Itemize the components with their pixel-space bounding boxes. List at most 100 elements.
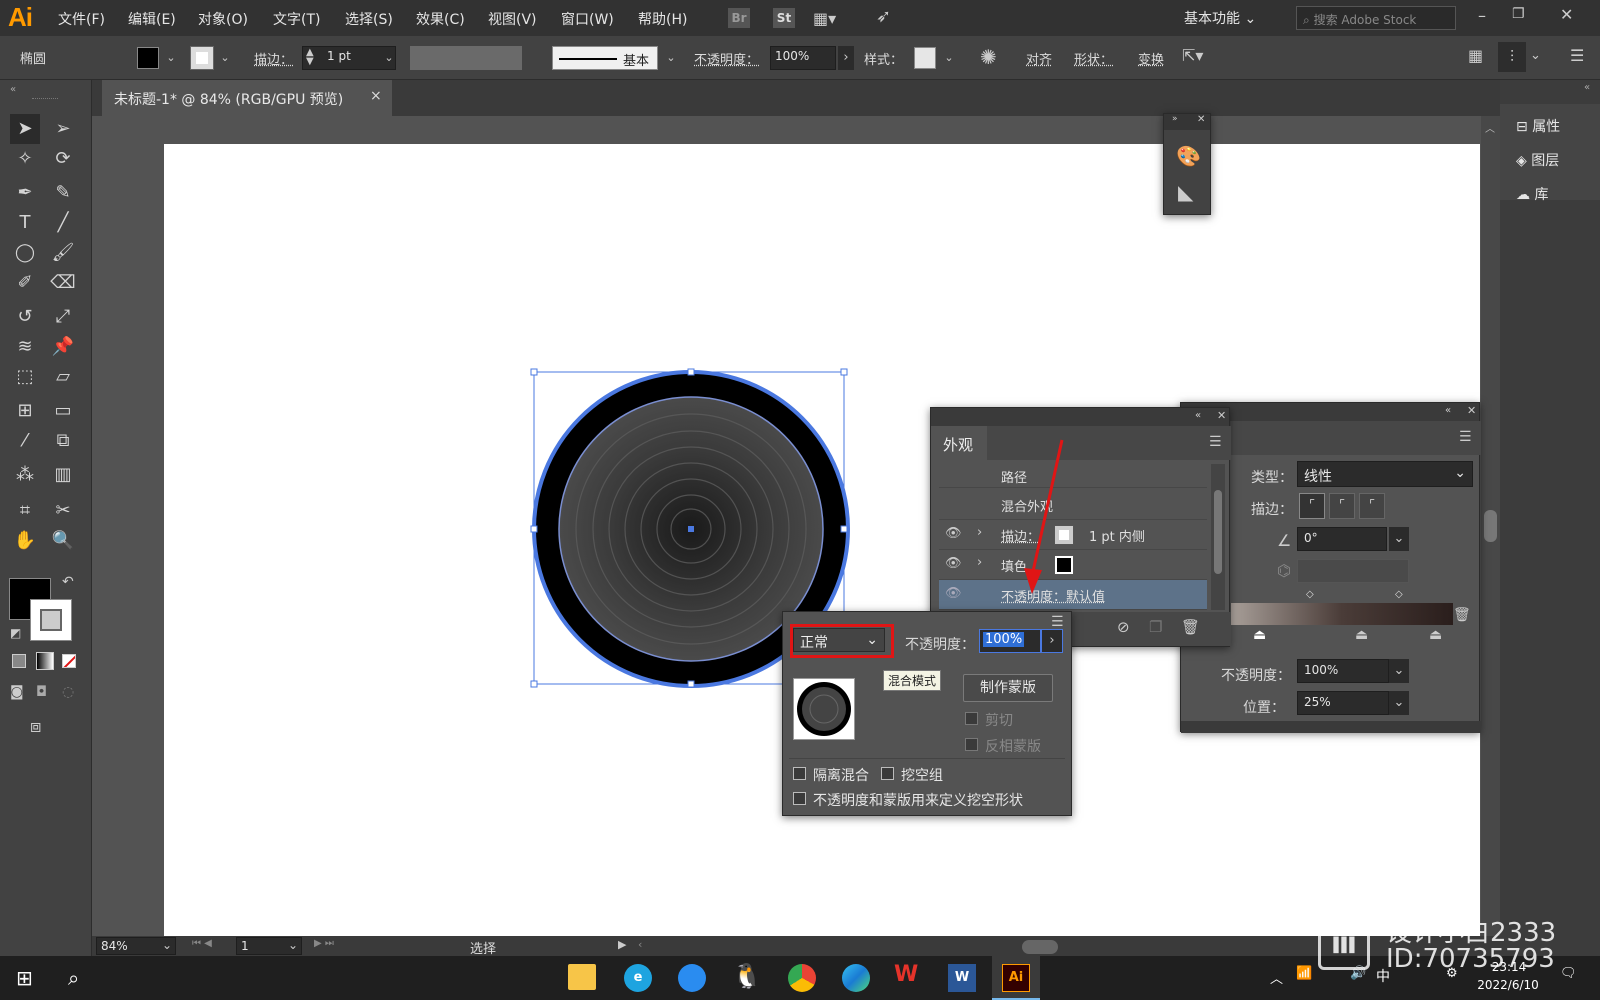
- direct-selection-tool-icon[interactable]: ➢: [48, 114, 78, 144]
- eyedropper-tool-icon[interactable]: ⁄: [10, 426, 40, 456]
- menu-icon[interactable]: ☰: [1570, 46, 1584, 65]
- pen-tool-icon[interactable]: ✒: [10, 178, 40, 208]
- fill-swatch[interactable]: [137, 47, 159, 69]
- chevron-down-icon[interactable]: ⌄: [1389, 527, 1409, 551]
- wps-icon[interactable]: W: [894, 962, 918, 987]
- chevron-down-icon[interactable]: ⌄: [162, 938, 172, 952]
- stop-position-field[interactable]: 25%: [1297, 691, 1389, 715]
- recolor-artwork-icon[interactable]: ✺: [980, 45, 997, 69]
- first-artboard-icon[interactable]: ⏮ ◀: [192, 938, 212, 949]
- color-stop-icon[interactable]: ⏏: [1253, 627, 1266, 643]
- variable-width-profile[interactable]: [410, 46, 522, 70]
- stroke-color-box[interactable]: [30, 599, 72, 641]
- ie-browser-icon[interactable]: e: [624, 964, 652, 992]
- brush-definition[interactable]: 基本: [552, 46, 658, 70]
- puppet-warp-tool-icon[interactable]: 📌: [48, 332, 78, 362]
- arrange-documents-icon[interactable]: ▦▾: [813, 9, 836, 28]
- expand-dock-icon[interactable]: «: [1584, 82, 1590, 93]
- color-stop-icon[interactable]: ⏏: [1355, 627, 1368, 643]
- artboard-tool-icon[interactable]: ⌗: [10, 496, 40, 526]
- chevron-down-icon[interactable]: ⌄: [1530, 48, 1541, 63]
- edge-icon[interactable]: [842, 964, 870, 992]
- chevron-down-icon[interactable]: ⌄: [664, 51, 678, 65]
- scroll-thumb[interactable]: [1214, 490, 1222, 574]
- workspace-switcher[interactable]: 基本功能 ⌄: [1184, 8, 1256, 28]
- lasso-tool-icon[interactable]: ⟳: [48, 144, 78, 174]
- chevron-right-icon[interactable]: ›: [838, 46, 854, 70]
- clear-appearance-icon[interactable]: ⊘: [1117, 618, 1130, 636]
- status-menu-icon[interactable]: ▶: [618, 938, 626, 951]
- aspect-ratio-field[interactable]: [1297, 559, 1409, 583]
- midpoint-diamond-icon[interactable]: ◇: [1306, 589, 1314, 600]
- color-guide-icon[interactable]: 🎨: [1176, 144, 1201, 168]
- stroke-label[interactable]: 描边：: [254, 49, 293, 68]
- shaper-tool-icon[interactable]: ✐: [10, 268, 40, 298]
- gradient-slider[interactable]: [1231, 603, 1453, 625]
- chevron-down-icon[interactable]: ⌄: [288, 938, 298, 952]
- menu-type[interactable]: 文字(T): [273, 9, 320, 29]
- menu-select[interactable]: 选择(S): [345, 9, 393, 29]
- collapse-icon[interactable]: «: [10, 84, 16, 95]
- stock-button[interactable]: St: [773, 8, 795, 28]
- scroll-up-icon[interactable]: ︿: [1485, 120, 1495, 135]
- expand-chevron-icon[interactable]: ›: [977, 555, 982, 570]
- opacity-field[interactable]: 100%: [770, 46, 836, 70]
- none-mode-icon[interactable]: [62, 654, 76, 668]
- duplicate-item-icon[interactable]: ❐: [1149, 618, 1162, 636]
- file-explorer-icon[interactable]: [568, 964, 596, 990]
- delete-stop-icon[interactable]: 🗑: [1453, 607, 1471, 623]
- knockout-shape-checkbox[interactable]: [793, 792, 806, 805]
- make-mask-button[interactable]: 制作蒙版: [963, 674, 1053, 702]
- perspective-grid-tool-icon[interactable]: ▱: [48, 362, 78, 392]
- transform-link[interactable]: 变换: [1138, 49, 1164, 68]
- visibility-eye-icon[interactable]: 👁: [945, 586, 962, 601]
- warp-tool-icon[interactable]: ≋: [10, 332, 40, 362]
- panel-menu-icon[interactable]: ☰: [1051, 614, 1064, 630]
- midpoint-diamond-icon[interactable]: ◇: [1395, 589, 1403, 600]
- type-tool-icon[interactable]: T: [10, 208, 40, 238]
- popup-opacity-field[interactable]: 100%: [979, 629, 1041, 653]
- notification-icon[interactable]: 🗨: [1560, 966, 1577, 981]
- line-tool-icon[interactable]: ╱: [48, 208, 78, 238]
- visibility-eye-icon[interactable]: 👁: [945, 526, 962, 541]
- appearance-tab[interactable]: 外观: [931, 426, 987, 460]
- swap-colors-icon[interactable]: ↶: [62, 574, 74, 590]
- gradient-type-select[interactable]: 线性 ⌄: [1297, 461, 1473, 487]
- graphic-style-swatch[interactable]: [914, 47, 936, 69]
- close-tab-icon[interactable]: ×: [370, 88, 382, 104]
- isolate-blending-checkbox[interactable]: [793, 767, 806, 780]
- vertical-scrollbar[interactable]: ︿: [1481, 116, 1500, 936]
- chevron-down-icon[interactable]: ⌄: [1389, 691, 1409, 715]
- grid-icon[interactable]: ▦: [1468, 46, 1483, 65]
- gradient-mode-icon[interactable]: [36, 652, 54, 670]
- dock-libraries[interactable]: ☁ 库: [1516, 184, 1548, 204]
- appearance-row-path[interactable]: 路径: [939, 464, 1207, 488]
- free-transform-tool-icon[interactable]: ⬚: [10, 362, 40, 392]
- stroke-along-icon[interactable]: ⌜: [1329, 493, 1355, 519]
- stock-search-input[interactable]: ⌕ 搜索 Adobe Stock: [1296, 6, 1456, 30]
- curvature-tool-icon[interactable]: ✎: [48, 178, 78, 208]
- magic-wand-tool-icon[interactable]: ✧: [10, 144, 40, 174]
- stroke-across-icon[interactable]: ⌜: [1359, 493, 1385, 519]
- windows-start-icon[interactable]: ⊞: [16, 966, 33, 990]
- chevron-down-icon[interactable]: ⌄: [1389, 659, 1409, 683]
- scroll-left-icon[interactable]: ‹: [638, 938, 642, 951]
- taskbar-illustrator-active[interactable]: Ai: [992, 956, 1040, 1000]
- panel-menu-icon[interactable]: ☰: [1459, 429, 1472, 445]
- opacity-label[interactable]: 不透明度：: [694, 49, 759, 68]
- next-artboard-icon[interactable]: ▶ ⏭: [314, 938, 334, 949]
- shape-link[interactable]: 形状：: [1074, 49, 1113, 68]
- gpu-rocket-icon[interactable]: ➶: [876, 6, 891, 27]
- rotate-tool-icon[interactable]: ↺: [10, 302, 40, 332]
- taskbar-date[interactable]: 2022/6/10: [1470, 978, 1546, 992]
- mesh-tool-icon[interactable]: ⊞: [10, 396, 40, 426]
- appearance-row-mixed[interactable]: 混合外观: [939, 490, 1207, 520]
- scroll-thumb[interactable]: [1484, 510, 1497, 542]
- minimize-icon[interactable]: –: [1478, 6, 1486, 25]
- slice-tool-icon[interactable]: ✂: [48, 496, 78, 526]
- chrome-icon[interactable]: [788, 964, 816, 992]
- stop-opacity-field[interactable]: 100%: [1297, 659, 1389, 683]
- symbol-sprayer-tool-icon[interactable]: ⁂: [10, 460, 40, 490]
- menu-effect[interactable]: 效果(C): [416, 9, 465, 29]
- scale-tool-icon[interactable]: ⤢: [48, 302, 78, 332]
